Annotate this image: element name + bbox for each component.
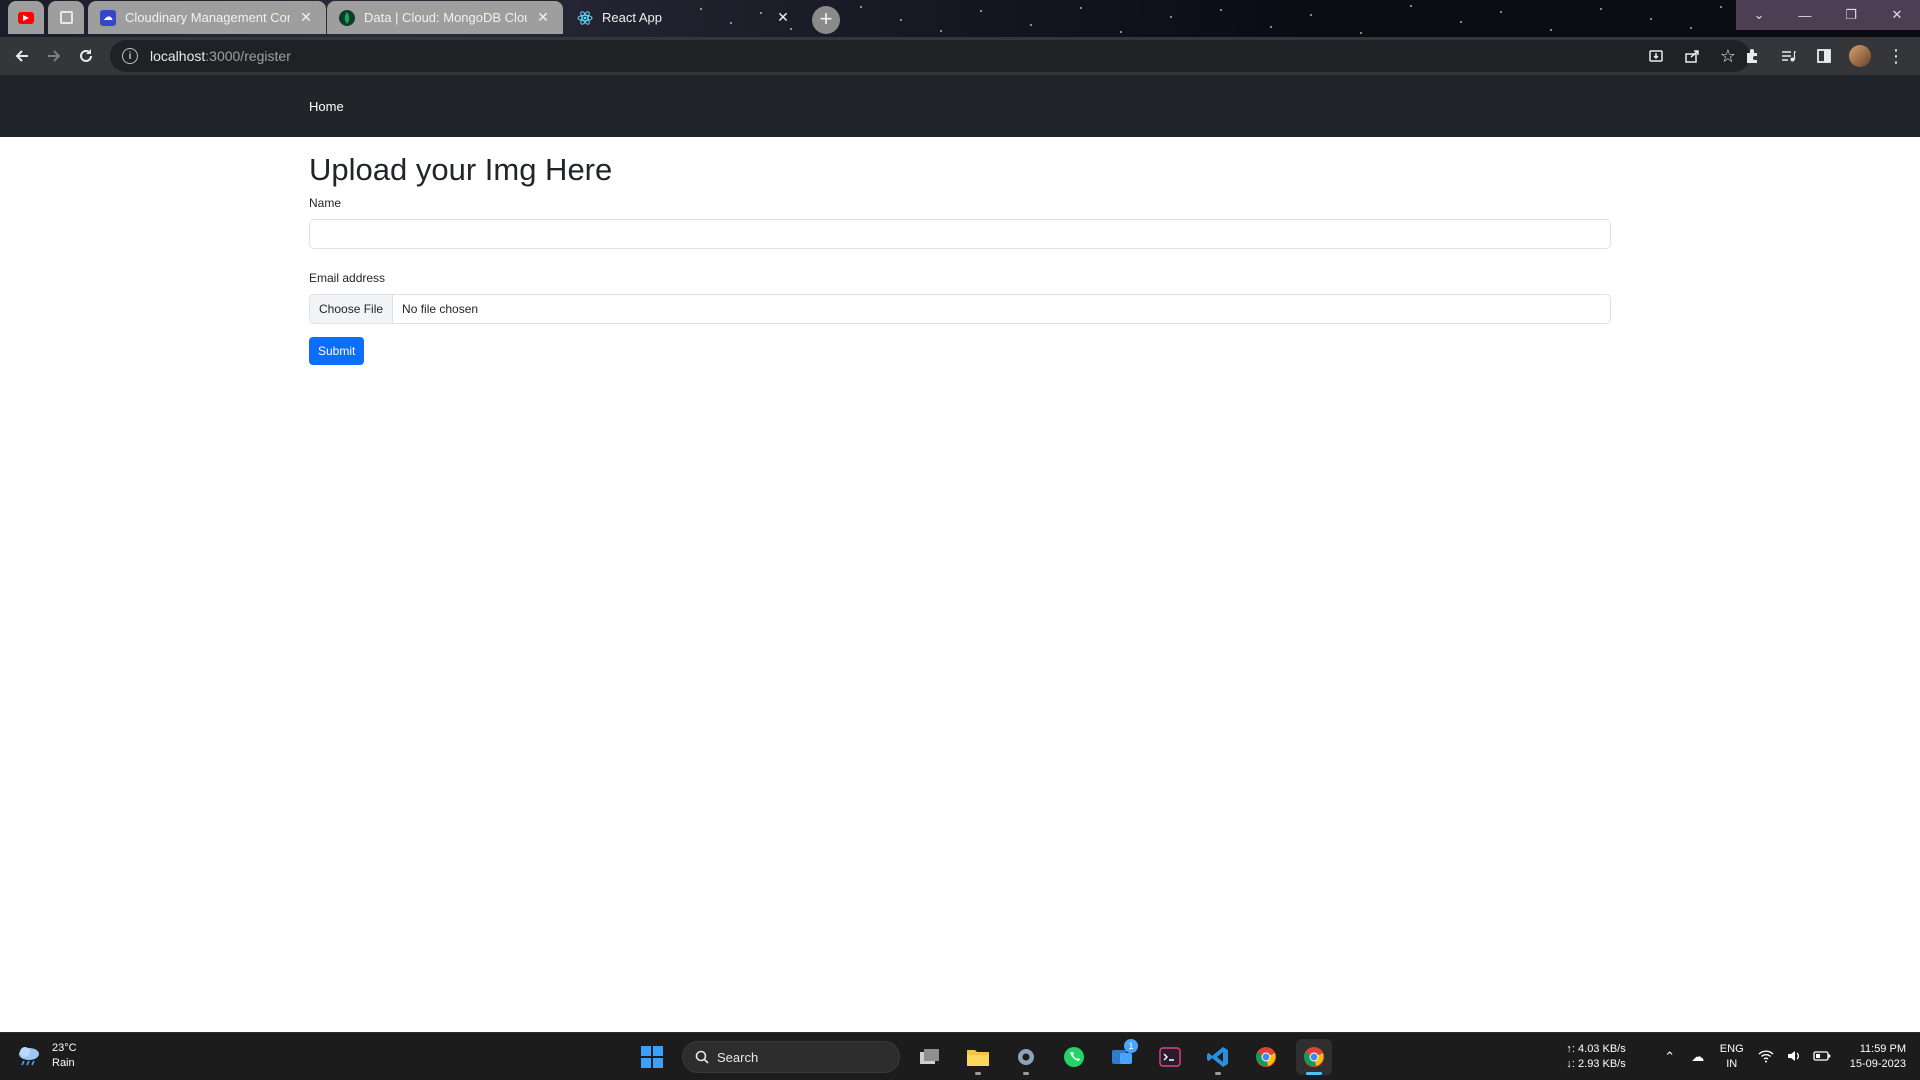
clock-date: 15-09-2023 xyxy=(1849,1058,1906,1070)
network-speed: ↑: 4.03 KB/s ↓: 2.93 KB/s xyxy=(1566,1042,1625,1072)
search-label: Search xyxy=(717,1049,759,1065)
site-info-icon[interactable]: i xyxy=(122,48,138,64)
taskbar-search[interactable]: Search xyxy=(682,1041,900,1073)
address-host: localhost xyxy=(150,48,206,64)
tab-react-app[interactable]: React App ✕ xyxy=(565,1,803,34)
wifi-icon[interactable] xyxy=(1752,1049,1780,1066)
tab-cloudinary[interactable]: ☁ Cloudinary Management Conso ✕ xyxy=(88,1,326,34)
tab-mongodb[interactable]: Data | Cloud: MongoDB Cloud ✕ xyxy=(327,1,563,34)
restore-button[interactable]: ❐ xyxy=(1828,0,1874,30)
upload-form: Upload your Img Here Name Email address … xyxy=(309,137,1611,365)
extensions-icon[interactable] xyxy=(1736,40,1768,72)
task-view-icon[interactable] xyxy=(912,1039,948,1075)
page-title: Upload your Img Here xyxy=(309,152,613,187)
volume-icon[interactable] xyxy=(1780,1049,1808,1066)
tab-title: Cloudinary Management Conso xyxy=(125,10,290,25)
teams-icon[interactable]: 1 xyxy=(1104,1039,1140,1075)
file-status-text: No file chosen xyxy=(402,301,479,316)
site-navbar: Home xyxy=(0,75,1920,137)
file-input[interactable]: Choose File No file chosen xyxy=(309,293,1611,324)
youtube-icon xyxy=(18,11,34,24)
close-window-button[interactable]: ✕ xyxy=(1874,0,1920,30)
tab-title: React App xyxy=(602,10,662,25)
address-bar[interactable]: i localhost:3000/register ☆ xyxy=(110,40,1750,72)
window-controls: ⌄ — ❐ ✕ xyxy=(1736,0,1920,30)
chrome-profile-icon[interactable] xyxy=(1296,1039,1332,1075)
reload-icon[interactable] xyxy=(70,40,102,72)
search-icon xyxy=(695,1050,709,1064)
install-app-icon[interactable] xyxy=(1640,40,1672,72)
language-primary: ENG xyxy=(1719,1043,1744,1055)
name-label: Name xyxy=(309,196,342,211)
clock-time: 11:59 PM xyxy=(1859,1043,1906,1055)
chevron-up-icon[interactable]: ⌃ xyxy=(1656,1049,1684,1065)
mongodb-leaf-icon xyxy=(339,9,355,26)
share-icon[interactable] xyxy=(1676,40,1708,72)
profile-avatar[interactable] xyxy=(1844,40,1876,72)
terminal-icon[interactable] xyxy=(1152,1039,1188,1075)
rain-cloud-icon xyxy=(16,1045,42,1067)
page-icon xyxy=(59,11,73,24)
whatsapp-icon[interactable] xyxy=(1056,1039,1092,1075)
language-indicator[interactable]: ENG IN xyxy=(1712,1042,1752,1072)
minimize-button[interactable]: — xyxy=(1782,0,1828,30)
network-upload: ↑: 4.03 KB/s xyxy=(1566,1043,1626,1055)
tab-pinned-page[interactable] xyxy=(48,1,84,34)
network-download: ↓: 2.93 KB/s xyxy=(1566,1058,1626,1070)
cloudinary-icon: ☁ xyxy=(100,9,116,26)
tab-search-button[interactable]: ⌄ xyxy=(1736,0,1782,30)
tab-youtube[interactable] xyxy=(8,1,44,34)
name-input[interactable] xyxy=(309,218,1611,249)
side-panel-icon[interactable] xyxy=(1808,40,1840,72)
nav-home-link[interactable]: Home xyxy=(309,99,344,114)
address-path: :3000/register xyxy=(205,48,291,64)
react-icon xyxy=(577,10,593,26)
taskbar-apps: Search 1 xyxy=(634,1039,1332,1075)
email-label: Email address xyxy=(309,270,386,285)
weather-temp: 23°C xyxy=(52,1042,77,1054)
file-explorer-icon[interactable] xyxy=(960,1039,996,1075)
battery-icon[interactable] xyxy=(1808,1050,1836,1065)
close-tab-icon[interactable]: ✕ xyxy=(298,9,314,26)
browser-toolbar: i localhost:3000/register ☆ ⋮ xyxy=(0,37,1920,75)
forward-icon[interactable] xyxy=(38,40,70,72)
browser-tab-strip: ☁ Cloudinary Management Conso ✕ Data | C… xyxy=(0,0,1920,37)
submit-button[interactable]: Submit xyxy=(309,336,365,365)
media-controls-icon[interactable] xyxy=(1772,40,1804,72)
menu-kebab-icon[interactable]: ⋮ xyxy=(1880,40,1912,72)
onedrive-cloud-icon[interactable]: ☁ xyxy=(1684,1049,1712,1065)
tab-title: Data | Cloud: MongoDB Cloud xyxy=(364,10,527,25)
new-tab-button[interactable]: + xyxy=(812,6,840,34)
back-icon[interactable] xyxy=(6,40,38,72)
windows-logo-icon xyxy=(641,1046,663,1068)
clock[interactable]: 11:59 PM 15-09-2023 xyxy=(1850,1042,1906,1072)
close-tab-icon[interactable]: ✕ xyxy=(775,9,791,26)
windows-taskbar: 23°C Rain Search 1 ↑: 4.03 KB/s ↓: 2.93 … xyxy=(0,1032,1920,1080)
start-button[interactable] xyxy=(634,1039,670,1075)
settings-gear-icon[interactable] xyxy=(1008,1039,1044,1075)
system-tray: ↑: 4.03 KB/s ↓: 2.93 KB/s ⌃ ☁ ENG IN 11:… xyxy=(1566,1033,1920,1080)
toolbar-right-actions: ⋮ xyxy=(1736,40,1912,72)
weather-desc: Rain xyxy=(52,1057,75,1069)
weather-widget[interactable]: 23°C Rain xyxy=(16,1041,77,1071)
notification-badge: 1 xyxy=(1124,1039,1138,1053)
language-region: IN xyxy=(1726,1058,1738,1070)
close-tab-icon[interactable]: ✕ xyxy=(535,9,551,26)
chrome-icon[interactable] xyxy=(1248,1039,1284,1075)
vscode-icon[interactable] xyxy=(1200,1039,1236,1075)
choose-file-button[interactable]: Choose File xyxy=(310,294,394,323)
